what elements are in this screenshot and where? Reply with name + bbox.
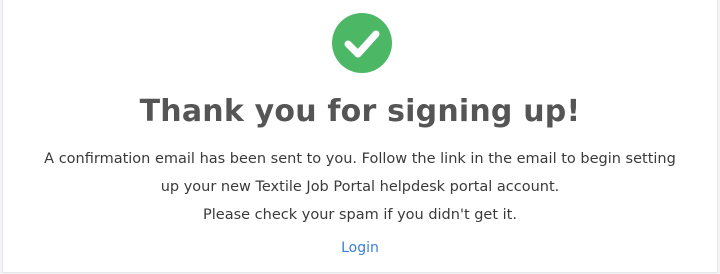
page-title: Thank you for signing up! (139, 94, 581, 129)
check-circle-icon (332, 13, 392, 73)
login-link[interactable]: Login (3, 238, 717, 258)
message-line-3: Please check your spam if you didn't get… (203, 207, 517, 223)
signup-confirmation-card: Thank you for signing up! A confirmation… (2, 0, 718, 273)
confirmation-message: A confirmation email has been sent to yo… (23, 145, 697, 229)
message-line-1: A confirmation email has been sent to yo… (44, 151, 676, 167)
message-line-2: up your new Textile Job Portal helpdesk … (160, 179, 560, 195)
